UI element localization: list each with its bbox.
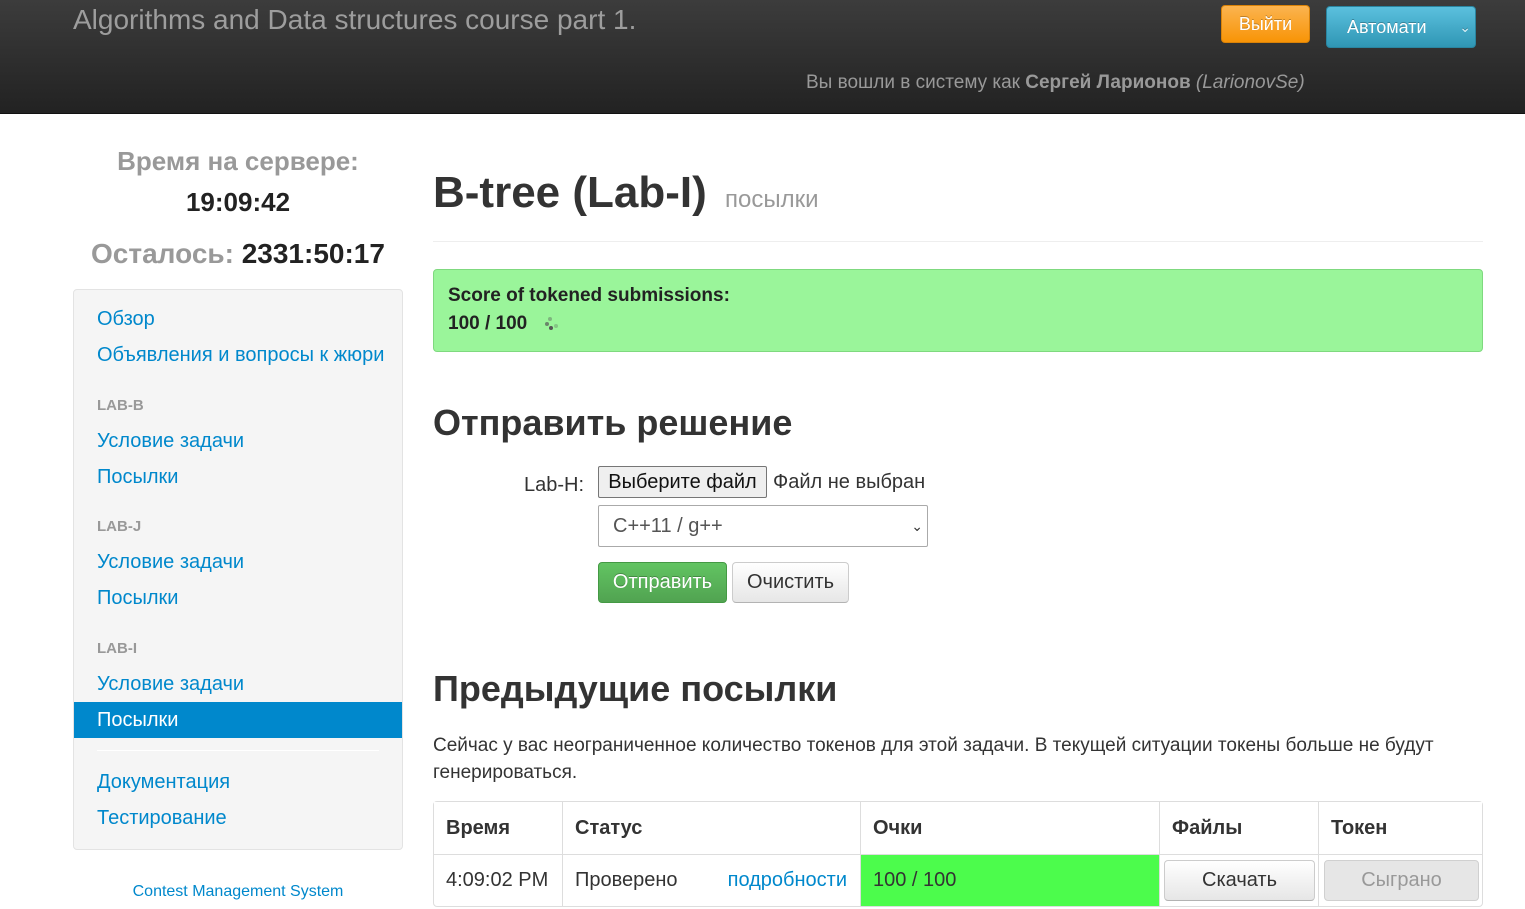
auto-dropdown-label: Автомати [1347,17,1427,37]
column-header-status: Статус [562,802,860,854]
column-header-files: Файлы [1159,802,1318,854]
page-subtitle: посылки [725,186,819,213]
submission-token-cell: Сыграно [1318,854,1482,906]
sidebar-item-overview[interactable]: Обзор [74,301,402,337]
remaining-label: Осталось: [91,238,234,269]
submissions-table: Время Статус Очки Файлы Токен 4:09:02 PM… [433,801,1483,907]
language-select[interactable]: C++11 / g++ ⌄ [598,505,928,547]
column-header-score: Очки [860,802,1159,854]
task-title: B-tree (Lab-I) [433,168,707,217]
server-time: 19:09:42 [185,187,291,217]
remaining-time: Осталось: 2331:50:17 [73,238,403,270]
sidebar-header-lab-j: LAB-J [97,518,142,535]
sidebar-item-lab-b-submissions[interactable]: Посылки [74,459,402,495]
sidebar-item-announcements[interactable]: Объявления и вопросы к жюри [74,337,402,373]
file-status-text: Файл не выбран [773,471,926,493]
chevron-down-icon: ⌄ [1459,19,1471,35]
clear-button[interactable]: Очистить [732,562,849,603]
sidebar-item-lab-j-statement[interactable]: Условие задачи [74,544,402,580]
contest-title[interactable]: Algorithms and Data structures course pa… [73,4,636,36]
sidebar-item-lab-b-statement[interactable]: Условие задачи [74,423,402,459]
sidebar-item-lab-j-submissions[interactable]: Посылки [74,580,402,616]
token-played-button: Сыграно [1324,860,1479,901]
top-navbar: Algorithms and Data structures course pa… [0,0,1525,114]
file-field-label: Lab-H: [524,474,585,496]
sidebar-item-lab-i-submissions[interactable]: Посылки [74,702,402,738]
cms-footer-link[interactable]: Contest Management System [73,883,403,901]
submission-score: 100 / 100 [860,854,1159,906]
title-divider [433,241,1483,242]
column-header-token: Токен [1318,802,1482,854]
chevron-down-icon: ⌄ [911,518,923,534]
server-time-label: Время на сервере: [117,146,359,176]
loading-spinner-icon [543,315,559,331]
sidebar-nav: Обзор Объявления и вопросы к жюри LAB-B … [73,289,403,850]
details-link[interactable]: подробности [728,869,847,892]
login-prefix: Вы вошли в систему как [806,72,1020,93]
tokened-score-alert: Score of tokened submissions: 100 / 100 [433,269,1483,352]
sidebar-item-documentation[interactable]: Документация [74,764,402,800]
sidebar-divider [97,750,379,751]
submission-status: Проверено [575,869,678,891]
submission-status-cell: Проверено подробности [562,854,860,906]
sidebar-item-testing[interactable]: Тестирование [74,800,402,836]
download-button[interactable]: Скачать [1164,860,1315,901]
score-line: 100 / 100 [448,313,1468,335]
sidebar-item-lab-i-statement[interactable]: Условие задачи [74,666,402,702]
submission-time: 4:09:02 PM [434,854,562,906]
logout-button[interactable]: Выйти [1221,5,1310,43]
user-fullname: Сергей Ларионов [1025,72,1191,93]
previous-submissions-heading: Предыдущие посылки [433,668,838,709]
send-button[interactable]: Отправить [598,562,727,603]
column-header-time: Время [434,802,562,854]
remaining-value: 2331:50:17 [241,238,385,269]
score-label: Score of tokened submissions: [448,285,730,306]
table-header-row: Время Статус Очки Файлы Токен [434,802,1482,854]
submit-heading: Отправить решение [433,402,793,443]
sidebar-header-lab-b: LAB-B [97,397,144,414]
login-info: Вы вошли в систему как Сергей Ларионов (… [806,72,1305,94]
choose-file-button[interactable]: Выберите файл [598,466,767,498]
auto-dropdown-button[interactable]: Автомати ⌄ [1326,6,1476,48]
user-login: (LarionovSe) [1195,72,1305,93]
sidebar-header-lab-i: LAB-I [97,640,137,657]
submission-files-cell: Скачать [1159,854,1318,906]
language-select-value: C++11 / g++ [613,515,723,537]
page-title: B-tree (Lab-I) посылки [433,168,819,218]
score-value: 100 / 100 [448,313,528,334]
tokens-note: Сейчас у вас неограниченное количество т… [433,735,1434,783]
table-row: 4:09:02 PM Проверено подробности 100 / 1… [434,854,1482,906]
